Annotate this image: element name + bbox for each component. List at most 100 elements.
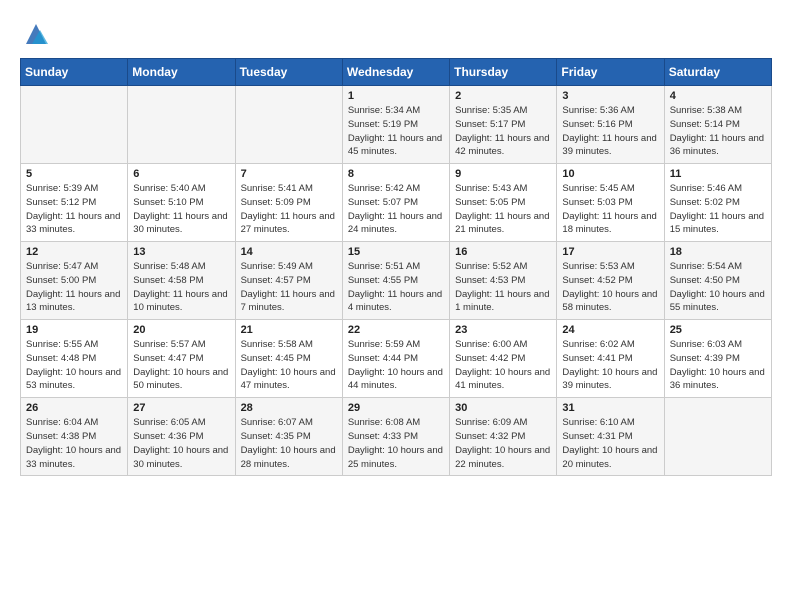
calendar-body: 1 Sunrise: 5:34 AM Sunset: 5:19 PM Daylig… bbox=[21, 86, 772, 476]
calendar-header: SundayMondayTuesdayWednesdayThursdayFrid… bbox=[21, 59, 772, 86]
day-cell-21: 21Sunrise: 5:58 AM Sunset: 4:45 PM Dayli… bbox=[235, 320, 342, 398]
day-number: 16 bbox=[455, 246, 551, 258]
day-detail: Sunrise: 6:00 AM Sunset: 4:42 PM Dayligh… bbox=[455, 338, 551, 393]
header-row: SundayMondayTuesdayWednesdayThursdayFrid… bbox=[21, 59, 772, 86]
day-cell-13: 13 Sunrise: 5:48 AM Sunset: 4:58 PM Dayli… bbox=[128, 242, 235, 320]
day-cell-22: 22 Sunrise: 5:59 AM Sunset: 4:44 PM Dayli… bbox=[342, 320, 449, 398]
day-number: 21 bbox=[241, 324, 337, 336]
day-cell-17: 17 Sunrise: 5:53 AM Sunset: 4:52 PM Dayli… bbox=[557, 242, 664, 320]
day-detail: Sunrise: 5:55 AM Sunset: 4:48 PM Dayligh… bbox=[26, 338, 122, 393]
day-detail: Sunrise: 5:57 AM Sunset: 4:47 PM Dayligh… bbox=[133, 338, 229, 393]
day-number: 22 bbox=[348, 324, 444, 336]
day-number: 13 bbox=[133, 246, 229, 258]
day-cell-2: 2Sunrise: 5:35 AM Sunset: 5:17 PM Daylig… bbox=[450, 86, 557, 164]
day-number: 26 bbox=[26, 402, 122, 414]
day-number: 5 bbox=[26, 168, 122, 180]
day-detail: Sunrise: 5:47 AM Sunset: 5:00 PM Dayligh… bbox=[26, 260, 122, 315]
header-day-tuesday: Tuesday bbox=[235, 59, 342, 86]
day-cell-11: 11Sunrise: 5:46 AM Sunset: 5:02 PM Dayli… bbox=[664, 164, 771, 242]
day-number: 19 bbox=[26, 324, 122, 336]
day-cell-31: 31 Sunrise: 6:10 AM Sunset: 4:31 PM Dayli… bbox=[557, 398, 664, 476]
day-cell-3: 3 Sunrise: 5:36 AM Sunset: 5:16 PM Daylig… bbox=[557, 86, 664, 164]
empty-cell bbox=[664, 398, 771, 476]
day-cell-26: 26 Sunrise: 6:04 AM Sunset: 4:38 PM Dayli… bbox=[21, 398, 128, 476]
day-detail: Sunrise: 6:09 AM Sunset: 4:32 PM Dayligh… bbox=[455, 416, 551, 471]
day-cell-8: 8Sunrise: 5:42 AM Sunset: 5:07 PM Daylig… bbox=[342, 164, 449, 242]
day-cell-19: 19 Sunrise: 5:55 AM Sunset: 4:48 PM Dayli… bbox=[21, 320, 128, 398]
page-header bbox=[20, 20, 772, 48]
day-cell-14: 14 Sunrise: 5:49 AM Sunset: 4:57 PM Dayli… bbox=[235, 242, 342, 320]
day-number: 3 bbox=[562, 90, 658, 102]
day-number: 18 bbox=[670, 246, 766, 258]
calendar-week-1: 1 Sunrise: 5:34 AM Sunset: 5:19 PM Daylig… bbox=[21, 86, 772, 164]
day-cell-30: 30Sunrise: 6:09 AM Sunset: 4:32 PM Dayli… bbox=[450, 398, 557, 476]
header-day-sunday: Sunday bbox=[21, 59, 128, 86]
day-detail: Sunrise: 5:48 AM Sunset: 4:58 PM Dayligh… bbox=[133, 260, 229, 315]
day-number: 24 bbox=[562, 324, 658, 336]
day-cell-28: 28Sunrise: 6:07 AM Sunset: 4:35 PM Dayli… bbox=[235, 398, 342, 476]
day-detail: Sunrise: 5:49 AM Sunset: 4:57 PM Dayligh… bbox=[241, 260, 337, 315]
day-number: 7 bbox=[241, 168, 337, 180]
day-cell-12: 12 Sunrise: 5:47 AM Sunset: 5:00 PM Dayli… bbox=[21, 242, 128, 320]
calendar-week-5: 26 Sunrise: 6:04 AM Sunset: 4:38 PM Dayli… bbox=[21, 398, 772, 476]
day-number: 4 bbox=[670, 90, 766, 102]
day-cell-5: 5 Sunrise: 5:39 AM Sunset: 5:12 PM Daylig… bbox=[21, 164, 128, 242]
day-detail: Sunrise: 5:34 AM Sunset: 5:19 PM Dayligh… bbox=[348, 104, 444, 159]
day-number: 25 bbox=[670, 324, 766, 336]
day-number: 14 bbox=[241, 246, 337, 258]
day-detail: Sunrise: 5:38 AM Sunset: 5:14 PM Dayligh… bbox=[670, 104, 766, 159]
day-cell-23: 23 Sunrise: 6:00 AM Sunset: 4:42 PM Dayli… bbox=[450, 320, 557, 398]
day-number: 15 bbox=[348, 246, 444, 258]
empty-cell bbox=[128, 86, 235, 164]
day-cell-9: 9 Sunrise: 5:43 AM Sunset: 5:05 PM Daylig… bbox=[450, 164, 557, 242]
day-number: 9 bbox=[455, 168, 551, 180]
header-day-friday: Friday bbox=[557, 59, 664, 86]
day-cell-15: 15 Sunrise: 5:51 AM Sunset: 4:55 PM Dayli… bbox=[342, 242, 449, 320]
day-cell-25: 25 Sunrise: 6:03 AM Sunset: 4:39 PM Dayli… bbox=[664, 320, 771, 398]
day-detail: Sunrise: 5:43 AM Sunset: 5:05 PM Dayligh… bbox=[455, 182, 551, 237]
day-detail: Sunrise: 5:39 AM Sunset: 5:12 PM Dayligh… bbox=[26, 182, 122, 237]
day-detail: Sunrise: 6:05 AM Sunset: 4:36 PM Dayligh… bbox=[133, 416, 229, 471]
day-detail: Sunrise: 5:36 AM Sunset: 5:16 PM Dayligh… bbox=[562, 104, 658, 159]
header-day-thursday: Thursday bbox=[450, 59, 557, 86]
logo-icon bbox=[22, 20, 50, 48]
header-day-monday: Monday bbox=[128, 59, 235, 86]
calendar-table: SundayMondayTuesdayWednesdayThursdayFrid… bbox=[20, 58, 772, 476]
day-detail: Sunrise: 5:54 AM Sunset: 4:50 PM Dayligh… bbox=[670, 260, 766, 315]
logo bbox=[20, 20, 50, 48]
header-day-saturday: Saturday bbox=[664, 59, 771, 86]
header-day-wednesday: Wednesday bbox=[342, 59, 449, 86]
calendar-week-2: 5 Sunrise: 5:39 AM Sunset: 5:12 PM Daylig… bbox=[21, 164, 772, 242]
day-cell-6: 6 Sunrise: 5:40 AM Sunset: 5:10 PM Daylig… bbox=[128, 164, 235, 242]
day-detail: Sunrise: 6:10 AM Sunset: 4:31 PM Dayligh… bbox=[562, 416, 658, 471]
day-cell-18: 18 Sunrise: 5:54 AM Sunset: 4:50 PM Dayli… bbox=[664, 242, 771, 320]
day-number: 1 bbox=[348, 90, 444, 102]
day-detail: Sunrise: 5:41 AM Sunset: 5:09 PM Dayligh… bbox=[241, 182, 337, 237]
day-detail: Sunrise: 6:02 AM Sunset: 4:41 PM Dayligh… bbox=[562, 338, 658, 393]
day-number: 2 bbox=[455, 90, 551, 102]
day-detail: Sunrise: 5:40 AM Sunset: 5:10 PM Dayligh… bbox=[133, 182, 229, 237]
day-number: 6 bbox=[133, 168, 229, 180]
empty-cell bbox=[21, 86, 128, 164]
day-cell-7: 7 Sunrise: 5:41 AM Sunset: 5:09 PM Daylig… bbox=[235, 164, 342, 242]
day-detail: Sunrise: 6:04 AM Sunset: 4:38 PM Dayligh… bbox=[26, 416, 122, 471]
day-detail: Sunrise: 5:45 AM Sunset: 5:03 PM Dayligh… bbox=[562, 182, 658, 237]
day-detail: Sunrise: 5:53 AM Sunset: 4:52 PM Dayligh… bbox=[562, 260, 658, 315]
day-cell-29: 29Sunrise: 6:08 AM Sunset: 4:33 PM Dayli… bbox=[342, 398, 449, 476]
day-number: 12 bbox=[26, 246, 122, 258]
day-detail: Sunrise: 6:03 AM Sunset: 4:39 PM Dayligh… bbox=[670, 338, 766, 393]
day-cell-24: 24 Sunrise: 6:02 AM Sunset: 4:41 PM Dayli… bbox=[557, 320, 664, 398]
day-cell-1: 1 Sunrise: 5:34 AM Sunset: 5:19 PM Daylig… bbox=[342, 86, 449, 164]
day-detail: Sunrise: 5:51 AM Sunset: 4:55 PM Dayligh… bbox=[348, 260, 444, 315]
day-detail: Sunrise: 5:46 AM Sunset: 5:02 PM Dayligh… bbox=[670, 182, 766, 237]
day-number: 20 bbox=[133, 324, 229, 336]
day-number: 10 bbox=[562, 168, 658, 180]
day-number: 31 bbox=[562, 402, 658, 414]
day-detail: Sunrise: 5:52 AM Sunset: 4:53 PM Dayligh… bbox=[455, 260, 551, 315]
day-detail: Sunrise: 5:42 AM Sunset: 5:07 PM Dayligh… bbox=[348, 182, 444, 237]
day-number: 28 bbox=[241, 402, 337, 414]
day-number: 17 bbox=[562, 246, 658, 258]
day-cell-16: 16 Sunrise: 5:52 AM Sunset: 4:53 PM Dayli… bbox=[450, 242, 557, 320]
day-detail: Sunrise: 5:59 AM Sunset: 4:44 PM Dayligh… bbox=[348, 338, 444, 393]
day-number: 23 bbox=[455, 324, 551, 336]
